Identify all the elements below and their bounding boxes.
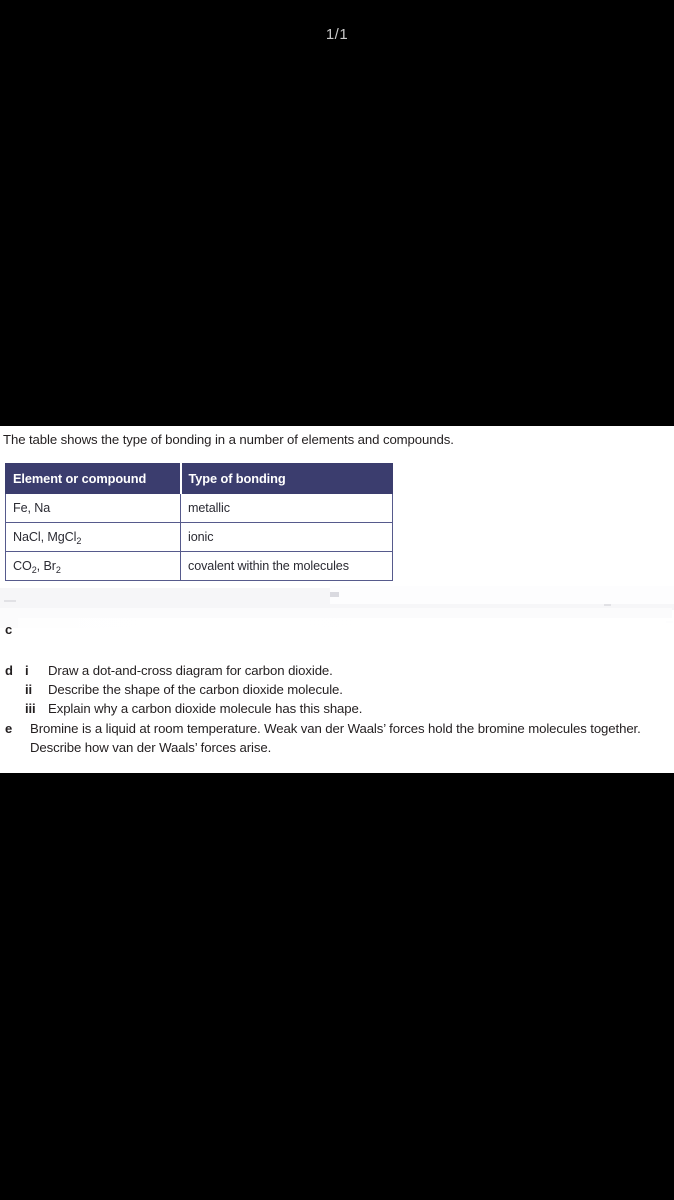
erased-question-region: c [0,586,674,654]
erase-smudge [330,586,674,604]
question-letter-e: e [5,721,13,736]
cell-bonding: ionic [180,522,393,552]
question-text-d-iii: Explain why a carbon dioxide molecule ha… [48,701,363,716]
cell-compound: CO2, Br2 [5,551,181,581]
question-roman-ii: ii [25,682,33,697]
erase-wash-overlay [18,618,674,648]
cell-compound-text-b: , Br [36,559,56,573]
cell-compound-subscript: 2 [76,536,82,546]
viewer-top-band: 1/1 [0,0,674,426]
question-text-d-ii: Describe the shape of the carbon dioxide… [48,682,343,697]
question-item-e: e Bromine is a liquid at room temperatur… [0,719,674,759]
question-item-d-i: d i Draw a dot-and-cross diagram for car… [0,661,674,681]
table-header-row: Element or compound Type of bonding [5,463,393,494]
cell-bonding: metallic [180,493,393,523]
cell-compound: NaCl, MgCl2 [5,522,181,552]
cell-bonding: covalent within the molecules [180,551,393,581]
intro-paragraph: The table shows the type of bonding in a… [3,432,454,447]
ghost-mark [330,592,339,597]
table-row: Fe, Na metallic [5,493,393,523]
question-item-d-iii: iii Explain why a carbon dioxide molecul… [0,699,674,719]
question-item-d-ii: ii Describe the shape of the carbon diox… [0,680,674,700]
question-roman-i: i [25,663,29,678]
table-row: CO2, Br2 covalent within the molecules [5,551,393,581]
cell-compound-subscript-b: 2 [55,565,61,575]
viewer-bottom-band [0,773,674,1200]
table-row: NaCl, MgCl2 ionic [5,522,393,552]
bonding-table: Element or compound Type of bonding Fe, … [5,463,393,581]
question-letter-c: c [5,622,13,637]
cell-compound-text: Fe, Na [13,501,51,515]
column-header-element-or-compound: Element or compound [5,463,181,494]
question-item-c: c [0,618,674,648]
question-roman-iii: iii [25,701,36,716]
page-counter: 1/1 [325,26,349,43]
question-letter-d: d [5,663,13,678]
cell-compound-text: CO [13,559,32,573]
document-page: The table shows the type of bonding in a… [0,426,674,773]
question-text-d-i: Draw a dot-and-cross diagram for carbon … [48,663,333,678]
cell-compound: Fe, Na [5,493,181,523]
ghost-mark [604,604,611,606]
column-header-type-of-bonding: Type of bonding [179,463,393,494]
cell-compound-subscript: 2 [31,565,37,575]
ghost-mark [4,600,16,602]
cell-compound-text: NaCl, MgCl [13,530,77,544]
question-text-e: Bromine is a liquid at room temperature.… [30,721,641,755]
